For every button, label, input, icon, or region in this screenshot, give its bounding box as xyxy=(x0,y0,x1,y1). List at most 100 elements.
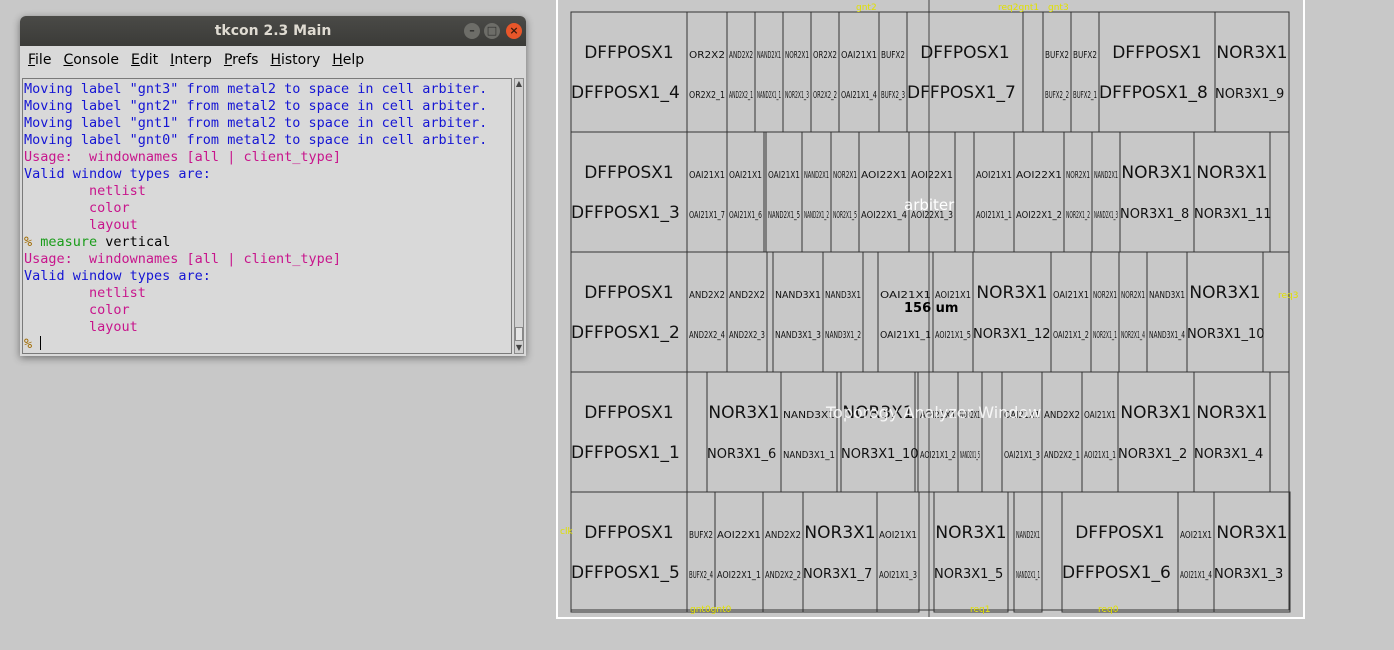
layout-cell[interactable]: OAI21X1 OAI21X1_7 xyxy=(686,131,728,253)
layout-cell[interactable]: NOR3X1 NOR3X1_12 xyxy=(972,251,1052,373)
layout-cell[interactable]: NOR2X1 NOR2X1_4 xyxy=(1118,251,1148,373)
layout-cell[interactable]: DFFPOSX1 DFFPOSX1_7 xyxy=(906,11,1024,133)
layout-cell[interactable]: AOI21X1 AOI21X1_4 xyxy=(1177,491,1215,613)
cell-instance-label: AOI22X1_2 xyxy=(1016,210,1062,221)
layout-cell[interactable]: BUFX2 BUFX2_2 xyxy=(1042,11,1072,133)
maximize-icon[interactable]: □ xyxy=(484,23,500,39)
cell-box xyxy=(1090,251,1120,373)
layout-cell[interactable]: NAND3X1 NAND3X1_4 xyxy=(1146,251,1188,373)
scrollbar-thumb[interactable] xyxy=(515,327,523,341)
layout-cell[interactable]: OR2X2 OR2X2_2 xyxy=(810,11,840,133)
layout-cell[interactable]: DFFPOSX1 DFFPOSX1_4 xyxy=(570,11,688,133)
layout-cell[interactable]: NAND3X1 NAND3X1_3 xyxy=(772,251,824,373)
layout-cell[interactable]: BUFX2 BUFX2_4 xyxy=(686,491,716,613)
layout-cell[interactable]: DFFPOSX1 DFFPOSX1_8 xyxy=(1098,11,1216,133)
close-icon[interactable]: × xyxy=(506,23,522,39)
layout-cell[interactable]: AND2X2 AND2X2_3 xyxy=(726,251,768,373)
cell-box xyxy=(1213,491,1291,613)
layout-cell[interactable]: AND2X2 AND2X2_1 xyxy=(1041,371,1083,493)
cell-instance-label: NOR3X1_12 xyxy=(973,327,1050,342)
layout-cell[interactable]: AOI22X1 AOI22X1_2 xyxy=(1013,131,1065,253)
menu-interp[interactable]: Interp xyxy=(164,52,218,68)
layout-cell[interactable]: AOI22X1 AOI22X1_1 xyxy=(714,491,764,613)
layout-cell[interactable]: OAI21X1OAI21X1_3 xyxy=(1001,371,1043,493)
console-scrollbar[interactable]: ▲ ▼ xyxy=(514,78,524,354)
layout-cell[interactable]: NAND2X1 NAND2X1_2 xyxy=(801,131,832,253)
layout-cell[interactable]: NOR3X1 NOR3X1_2 xyxy=(1117,371,1195,493)
cell-instance-label: DFFPOSX1_1 xyxy=(571,443,680,463)
layout-cell[interactable]: NOR3X1 NOR3X1_7 xyxy=(802,491,878,613)
menu-prefs[interactable]: Prefs xyxy=(218,52,265,68)
layout-cell[interactable]: NOR3X1 NOR3X1_3 xyxy=(1213,491,1291,613)
layout-cell[interactable]: DFFPOSX1 DFFPOSX1_1 xyxy=(570,371,688,493)
layout-cell[interactable]: DFFPOSX1 DFFPOSX1_6 xyxy=(1061,491,1179,613)
layout-cell[interactable]: NOR3X1NOR3X1_10 xyxy=(1186,251,1264,373)
layout-cell[interactable]: NOR2X1 NOR2X1_5 xyxy=(830,131,860,253)
layout-cell[interactable]: OR2X2 OR2X2_1 xyxy=(686,11,728,133)
layout-cell[interactable]: OAI21X1 AOI21X1_1 xyxy=(1081,371,1119,493)
layout-cell[interactable]: NOR2X1NAND2X1_5 xyxy=(957,371,983,493)
layout-cell[interactable]: NAND2X1 NAND2X1_1 xyxy=(754,11,784,133)
menu-console[interactable]: Console xyxy=(57,52,125,68)
cell-box xyxy=(1041,371,1083,493)
layout-cell[interactable]: AND2X2 AND2X2_2 xyxy=(762,491,804,613)
layout-cell[interactable]: NAND2X1 NAND2X1_3 xyxy=(1091,131,1121,253)
scroll-down-icon[interactable]: ▼ xyxy=(515,343,523,353)
console-output[interactable]: Moving label "gnt3" from metal2 to space… xyxy=(22,78,512,354)
menu-file[interactable]: File xyxy=(22,52,57,68)
layout-cell[interactable]: NOR2X1 NOR2X1_3 xyxy=(782,11,812,133)
layout-cell[interactable]: NAND3X1NAND3X1_1 xyxy=(780,371,838,493)
layout-cell[interactable]: AOI22X1AOI22X1_3 xyxy=(908,131,956,253)
cell-instance-label: OAI21X1_1 xyxy=(880,330,931,341)
cell-instance-label: NOR2X1_5 xyxy=(833,210,857,221)
layout-cell[interactable]: OAI21X1 OAI21X1_6 xyxy=(726,131,765,253)
cell-box xyxy=(772,251,824,373)
text-cursor[interactable] xyxy=(40,336,42,350)
layout-cell[interactable]: NOR3X1 NOR3X1_5 xyxy=(933,491,1009,613)
minimize-icon[interactable]: – xyxy=(464,23,480,39)
layout-cell[interactable]: NOR3X1 NOR3X1_6 xyxy=(706,371,782,493)
layout-cell[interactable]: AOI21X1AOI21X1_2 xyxy=(917,371,959,493)
scroll-up-icon[interactable]: ▲ xyxy=(515,79,523,89)
layout-cell[interactable]: NOR3X1 NOR3X1_8 xyxy=(1119,131,1195,253)
layout-cell[interactable]: NOR3X1 NOR3X1_4 xyxy=(1193,371,1271,493)
window-titlebar[interactable]: tkcon 2.3 Main – □ × xyxy=(20,16,526,46)
cell-box xyxy=(726,251,768,373)
cell-instance-label: NAND3X1_1 xyxy=(783,450,835,461)
layout-canvas[interactable]: DFFPOSX1DFFPOSX1_4OR2X2OR2X2_1AND2X2AND2… xyxy=(558,0,1305,617)
layout-cell[interactable]: AOI21X1 AOI21X1_3 xyxy=(876,491,920,613)
layout-cell[interactable]: DFFPOSX1 DFFPOSX1_2 xyxy=(570,251,688,373)
layout-cell[interactable]: NOR3X1 NOR3X1_11 xyxy=(1193,131,1271,253)
cell-box xyxy=(706,371,782,493)
layout-cell[interactable]: NOR2X1 NOR2X1_1 xyxy=(1090,251,1120,373)
layout-cell[interactable]: BUFX2 BUFX2_1 xyxy=(1070,11,1100,133)
console-prompt: % xyxy=(24,234,41,250)
cell-box xyxy=(686,491,716,613)
layout-cell[interactable]: DFFPOSX1 DFFPOSX1_3 xyxy=(570,131,688,253)
layout-cell[interactable]: BUFX2 BUFX2_3 xyxy=(878,11,908,133)
layout-cell[interactable]: AOI22X1 AOI22X1_4 xyxy=(858,131,910,253)
layout-cell[interactable]: OAI21X1 NAND2X1_5 xyxy=(765,131,803,253)
console-line: Usage: windownames [all | client_type] xyxy=(24,149,341,165)
layout-cell[interactable]: NAND2X1 NAND2X1_1 xyxy=(1013,491,1043,613)
layout-cell[interactable]: NOR3X1NOR3X1_10 xyxy=(840,371,918,493)
cell-box xyxy=(933,491,1009,613)
layout-cell[interactable]: NAND3X1 NAND3X1_2 xyxy=(822,251,864,373)
cell-type-label: NOR3X1 xyxy=(804,523,875,543)
layout-cell[interactable]: OAI21X1 OAI21X1_2 xyxy=(1050,251,1092,373)
cell-type-label: DFFPOSX1 xyxy=(1075,523,1165,543)
layout-cell[interactable]: DFFPOSX1 DFFPOSX1_5 xyxy=(570,491,688,613)
layout-cell[interactable]: AND2X2 AND2X2_4 xyxy=(686,251,728,373)
layout-cell[interactable]: OAI21X1 OAI21X1_4 xyxy=(838,11,880,133)
menu-help[interactable]: Help xyxy=(326,52,370,68)
menu-history[interactable]: History xyxy=(264,52,326,68)
cell-type-label: AOI21X1 xyxy=(879,530,917,541)
layout-cell[interactable]: NOR3X1 NOR3X1_9 xyxy=(1214,11,1290,133)
layout-cell[interactable]: AOI21X1 AOI21X1_1 xyxy=(973,131,1015,253)
layout-window[interactable]: DFFPOSX1 DFFPOSX1_4 OR2X2 OR2X2_1 AND2X2 AND2… xyxy=(556,0,1305,619)
cell-instance-label: BUFX2_1 xyxy=(1073,90,1097,101)
layout-cell[interactable]: AND2X2 AND2X2_1 xyxy=(726,11,756,133)
menu-edit[interactable]: Edit xyxy=(125,52,164,68)
layout-cell[interactable]: NOR2X1 NOR2X1_2 xyxy=(1063,131,1093,253)
cell-type-label: NOR2X1 xyxy=(1121,290,1145,301)
